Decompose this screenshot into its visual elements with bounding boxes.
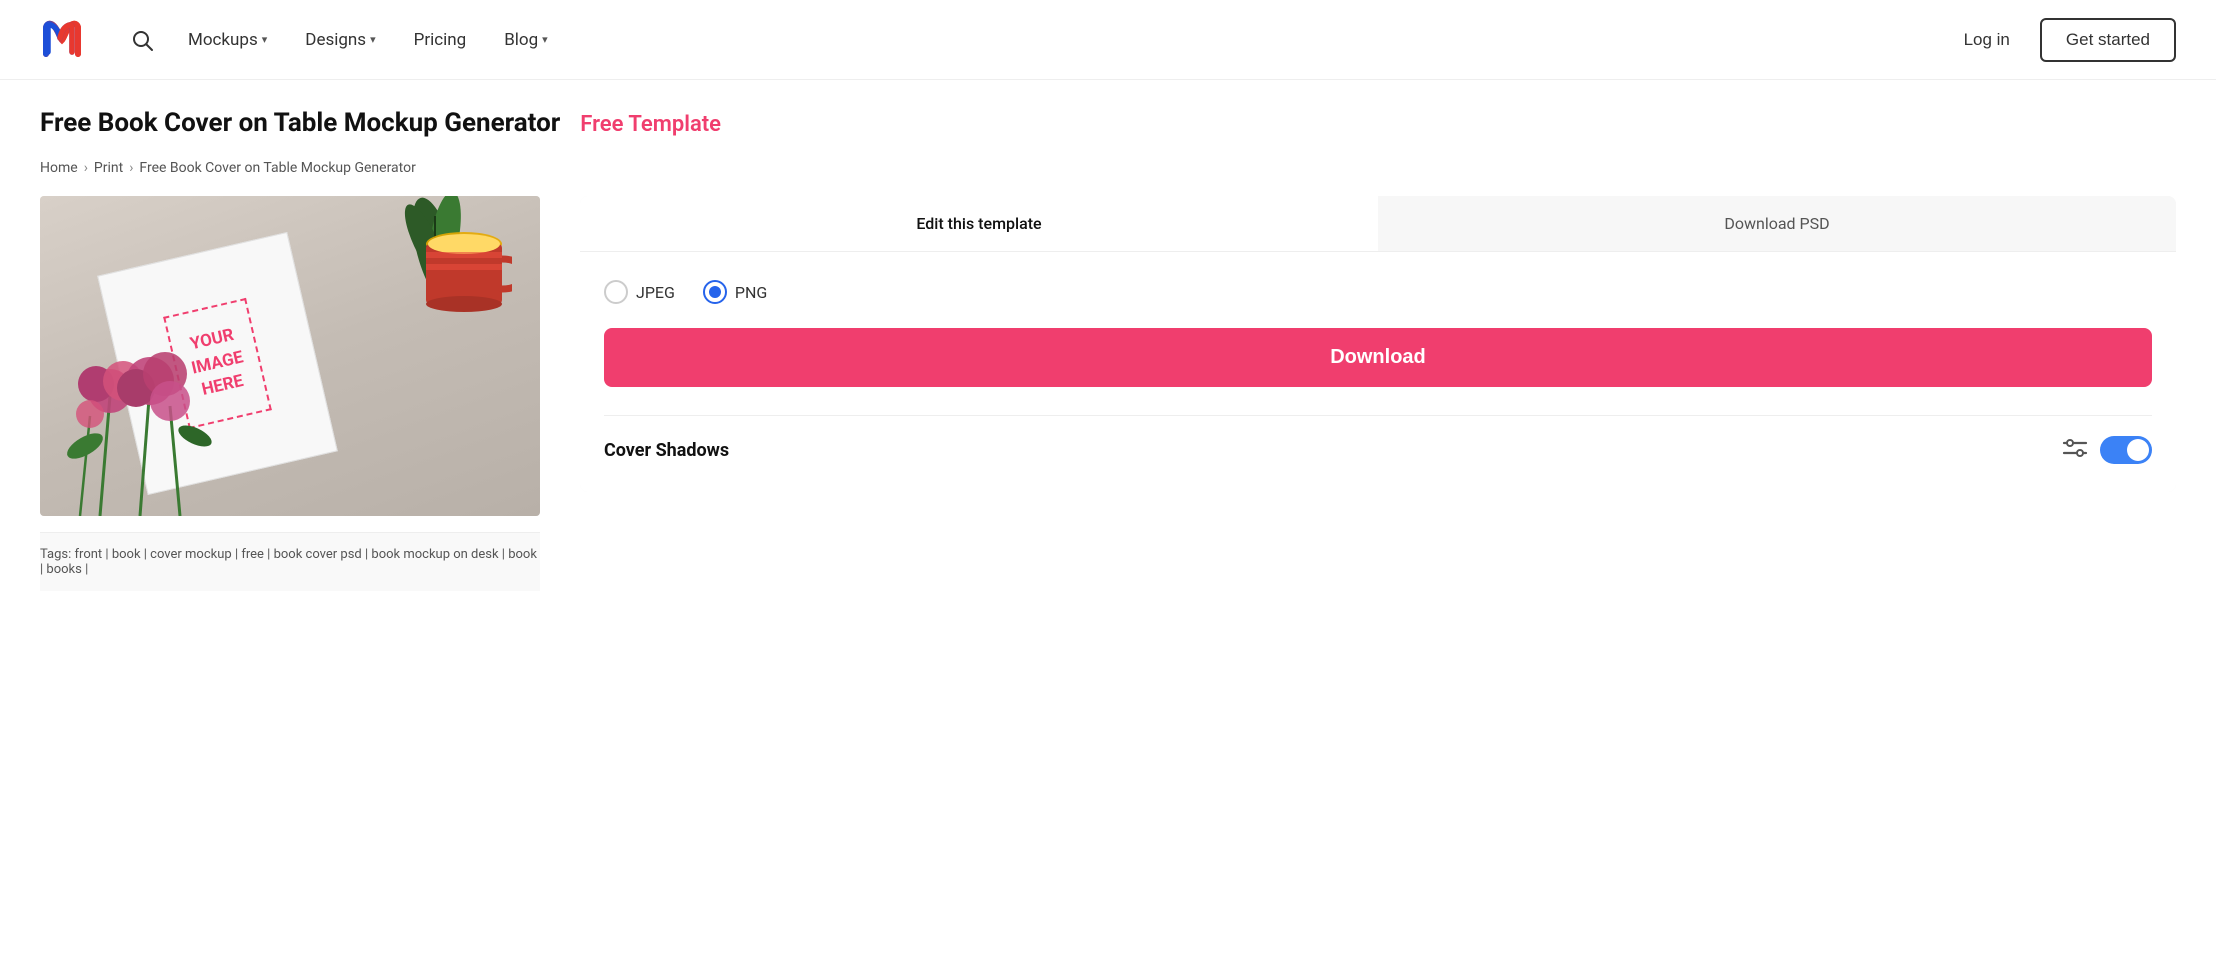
breadcrumb-sep: › [84, 160, 88, 176]
search-button[interactable] [130, 28, 154, 52]
tags-row: Tags: front | book | cover mockup | free… [40, 532, 540, 591]
panel-tabs: Edit this template Download PSD [580, 196, 2176, 252]
free-template-badge: Free Template [580, 112, 721, 137]
tag-front[interactable]: front [75, 547, 103, 562]
breadcrumb-home[interactable]: Home [40, 160, 78, 176]
right-panel: Edit this template Download PSD JPEG PNG… [580, 196, 2176, 492]
format-png-option[interactable]: PNG [703, 280, 767, 304]
tag-book-cover-psd[interactable]: book cover psd [274, 547, 362, 562]
download-button[interactable]: Download [604, 328, 2152, 387]
panel-body: JPEG PNG Download Cover Shadows [580, 252, 2176, 492]
page-title-section: Free Book Cover on Table Mockup Generato… [0, 80, 2216, 148]
tag-cover-mockup[interactable]: cover mockup [150, 547, 232, 562]
png-label: PNG [735, 283, 767, 302]
main-content: YOURIMAGEHERE [0, 196, 2216, 631]
get-started-button[interactable]: Get started [2040, 18, 2176, 62]
shadows-toggle[interactable] [2100, 436, 2152, 464]
shadows-label: Cover Shadows [604, 440, 729, 461]
page-title: Free Book Cover on Table Mockup Generato… [40, 108, 560, 138]
login-button[interactable]: Log in [1950, 22, 2024, 58]
nav-item-designs[interactable]: Designs ▾ [291, 22, 389, 58]
coffee-cup [417, 214, 512, 328]
breadcrumb-current: Free Book Cover on Table Mockup Generato… [139, 160, 415, 176]
nav-item-pricing[interactable]: Pricing [400, 22, 481, 58]
tags-prefix: Tags: [40, 547, 71, 562]
image-area: YOURIMAGEHERE [40, 196, 540, 591]
shadows-row: Cover Shadows [604, 415, 2152, 464]
chevron-down-icon: ▾ [370, 33, 376, 46]
header: Mockups ▾ Designs ▾ Pricing Blog ▾ Log i… [0, 0, 2216, 80]
shadows-controls [2062, 436, 2152, 464]
breadcrumb-print[interactable]: Print [94, 160, 123, 176]
main-nav: Mockups ▾ Designs ▾ Pricing Blog ▾ [174, 22, 1950, 58]
jpeg-radio[interactable] [604, 280, 628, 304]
tab-edit-template[interactable]: Edit this template [580, 196, 1378, 251]
flowers-decoration [40, 316, 260, 516]
format-jpeg-option[interactable]: JPEG [604, 280, 675, 304]
breadcrumb: Home › Print › Free Book Cover on Table … [0, 148, 2216, 196]
tag-free[interactable]: free [241, 547, 264, 562]
nav-item-blog[interactable]: Blog ▾ [490, 22, 562, 58]
nav-item-mockups[interactable]: Mockups ▾ [174, 22, 281, 58]
logo-icon [40, 18, 100, 62]
tab-download-psd[interactable]: Download PSD [1378, 196, 2176, 251]
chevron-down-icon: ▾ [262, 33, 268, 46]
logo[interactable] [40, 18, 100, 62]
tag-book2[interactable]: book [508, 547, 537, 562]
header-actions: Log in Get started [1950, 18, 2176, 62]
format-row: JPEG PNG [604, 280, 2152, 304]
tag-book-mockup-on-desk[interactable]: book mockup on desk [371, 547, 498, 562]
png-radio[interactable] [703, 280, 727, 304]
search-icon [130, 28, 154, 52]
tag-book[interactable]: book [112, 547, 141, 562]
filter-icon [2062, 438, 2088, 463]
chevron-down-icon: ▾ [542, 33, 548, 46]
tag-books[interactable]: books [46, 562, 81, 577]
mockup-image: YOURIMAGEHERE [40, 196, 540, 516]
breadcrumb-sep-2: › [129, 160, 133, 176]
jpeg-label: JPEG [636, 283, 675, 302]
